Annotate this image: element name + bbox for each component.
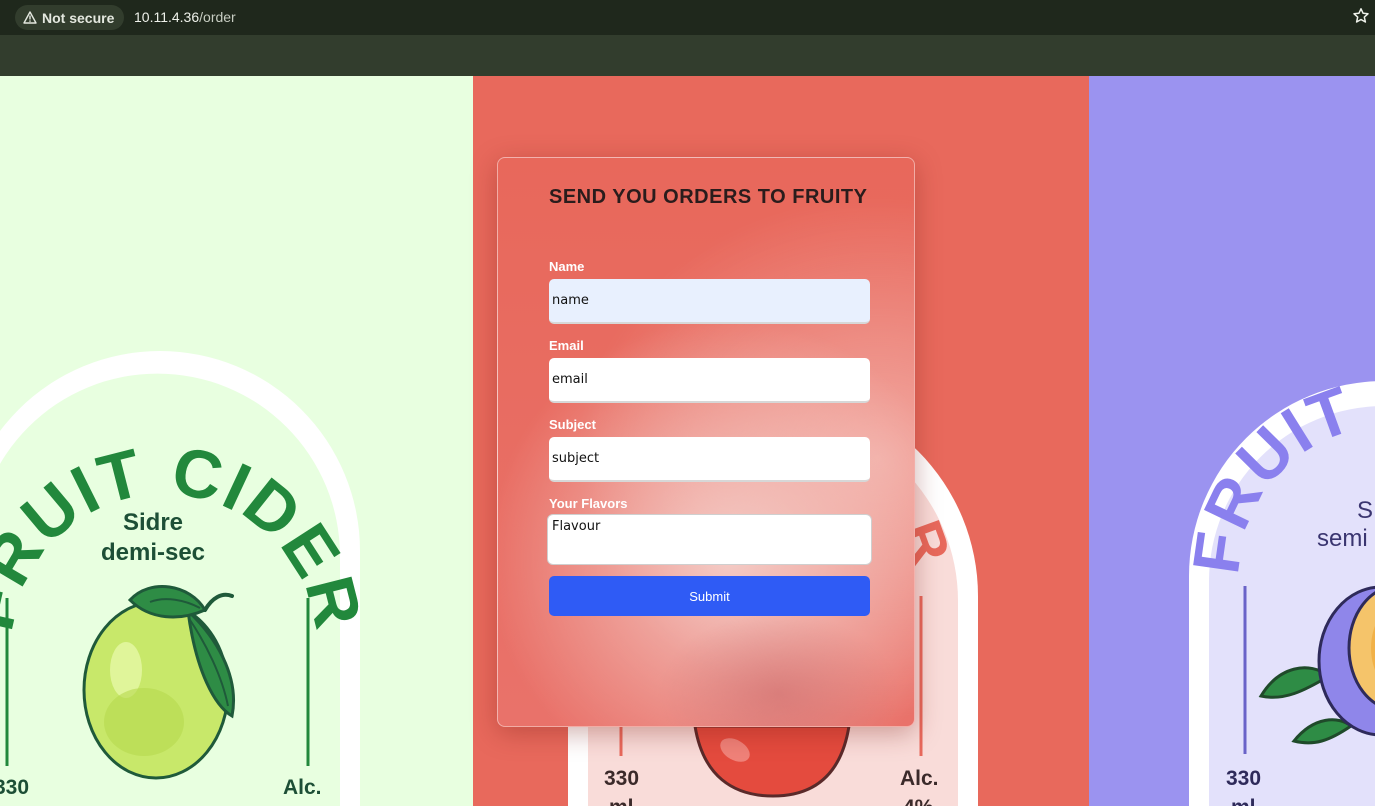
green-label-volume: 330 [0,776,29,799]
flavors-textarea[interactable] [547,514,872,565]
subject-input[interactable] [549,437,870,482]
bookmark-star-icon[interactable] [1352,7,1370,25]
red-label-volume: 330 [604,767,639,790]
red-label-volume-unit: ml [609,796,634,806]
purple-label-volume-unit: ml [1231,796,1256,806]
name-input[interactable] [549,279,870,324]
red-label-alcohol-value: 4% [903,796,934,806]
purple-label-line2: semi [1317,525,1368,552]
browser-toolbar: Not secure 10.11.4.36/order [0,0,1375,76]
email-input[interactable] [549,358,870,403]
security-label: Not secure [42,9,115,26]
purple-cider-label: FRUIT S semi 330 ml [1178,371,1375,806]
name-label: Name [549,259,585,274]
green-label-line1: Sidre [123,509,183,536]
url-text[interactable]: 10.11.4.36/order [134,9,236,25]
warning-icon [23,11,37,24]
purple-cider-panel: FRUIT S semi 330 ml [1089,76,1375,806]
order-form: SEND YOU ORDERS TO FRUITY Name Email Sub… [497,157,915,727]
red-label-alcohol: Alc. [900,767,939,790]
green-label-line2: demi-sec [101,539,205,566]
url-path: /order [199,9,236,25]
flavors-label: Your Flavors [549,496,628,511]
purple-label-volume: 330 [1226,767,1261,790]
url-host: 10.11.4.36 [134,9,200,25]
green-cider-panel: FRUIT CIDER Sidre demi-sec 330 Alc. [0,76,473,806]
submit-button[interactable]: Submit [549,576,870,616]
address-bar[interactable]: Not secure 10.11.4.36/order [0,0,1375,35]
security-indicator[interactable]: Not secure [15,5,125,30]
subject-label: Subject [549,417,596,432]
purple-label-line1: S [1357,497,1373,524]
green-cider-label: FRUIT CIDER Sidre demi-sec 330 Alc. [0,351,375,806]
form-title: SEND YOU ORDERS TO FRUITY [549,186,868,208]
email-label: Email [549,338,584,353]
green-label-alcohol: Alc. [283,776,322,799]
